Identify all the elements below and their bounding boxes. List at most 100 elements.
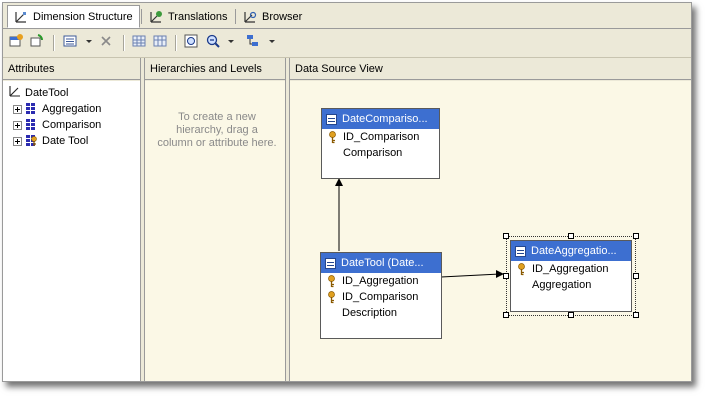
resize-handle[interactable]	[633, 233, 639, 239]
designer-window: Dimension Structure Translations Browser	[2, 2, 692, 382]
tree-item-date-tool[interactable]: Date Tool	[13, 133, 88, 149]
key-attribute-icon	[26, 135, 38, 147]
table-title: DateAggregatio...	[531, 245, 617, 257]
primary-key-icon	[325, 290, 338, 304]
chevron-down-icon[interactable]	[228, 40, 234, 43]
hierarchies-header: Hierarchies and Levels	[145, 58, 285, 80]
delete-icon	[98, 33, 114, 52]
toolbar-separator	[53, 35, 55, 51]
resize-handle[interactable]	[503, 233, 509, 239]
dimension-name: DateTool	[25, 87, 69, 99]
delete-button[interactable]	[97, 34, 115, 51]
resize-handle[interactable]	[568, 233, 574, 239]
show-grid-icon	[131, 33, 147, 52]
column-row[interactable]: ID_Aggregation	[511, 261, 631, 277]
attribute-hierarchy-icon	[26, 103, 35, 115]
toolbar-separator	[123, 35, 125, 51]
column-name: ID_Comparison	[342, 291, 419, 303]
column-row[interactable]: Aggregation	[511, 277, 631, 293]
column-name: Aggregation	[532, 279, 592, 291]
add-related-tables-button[interactable]	[7, 34, 25, 51]
tab-dimension-structure[interactable]: Dimension Structure	[7, 5, 140, 28]
resize-handle[interactable]	[503, 312, 509, 318]
table-dateaggregation[interactable]: DateAggregatio... ID_Aggregation Aggrega…	[510, 240, 632, 312]
column-name: ID_Aggregation	[532, 263, 609, 275]
show-grid-alt-button[interactable]	[151, 34, 169, 51]
zoom-button[interactable]	[182, 34, 200, 51]
resize-handle[interactable]	[633, 273, 639, 279]
expand-icon[interactable]	[13, 120, 22, 130]
table-title-bar[interactable]: DateCompariso...	[322, 109, 439, 129]
chevron-down-icon[interactable]	[86, 40, 92, 43]
table-title: DateCompariso...	[342, 113, 428, 125]
table-title-bar[interactable]: DateAggregatio...	[511, 241, 631, 261]
expand-icon[interactable]	[13, 104, 22, 114]
tab-label: Dimension Structure	[33, 10, 133, 23]
column-row[interactable]: ID_Comparison	[322, 129, 439, 145]
resize-handle[interactable]	[568, 312, 574, 318]
translations-icon	[149, 10, 163, 24]
zoom-out-button[interactable]	[204, 34, 222, 51]
table-title-bar[interactable]: DateTool (Date...	[321, 253, 441, 273]
show-grid-alt-icon	[152, 33, 168, 52]
dimension-node[interactable]: DateTool	[9, 85, 68, 101]
hierarchies-pane[interactable]: To create a new hierarchy, drag a column…	[145, 81, 285, 381]
tree-item-label: Date Tool	[42, 135, 89, 147]
tab-strip: Dimension Structure Translations Browser	[3, 3, 691, 29]
primary-key-icon	[325, 274, 338, 288]
arrange-tables-icon	[245, 33, 261, 52]
resize-handle[interactable]	[503, 273, 509, 279]
attributes-header: Attributes	[3, 58, 140, 80]
tab-divider	[235, 9, 236, 24]
column-name: Comparison	[343, 147, 403, 159]
show-list-button[interactable]	[61, 34, 79, 51]
add-related-tables-icon	[8, 33, 24, 52]
arrange-tables-button[interactable]	[244, 34, 262, 51]
column-row[interactable]: Description	[321, 305, 441, 321]
zoom-out-icon	[205, 33, 221, 52]
primary-key-icon	[515, 262, 528, 276]
chevron-down-icon[interactable]	[269, 40, 275, 43]
tab-translations[interactable]: Translations	[143, 6, 234, 27]
column-row[interactable]: ID_Aggregation	[321, 273, 441, 289]
browser-icon	[243, 10, 257, 24]
tab-label: Translations	[168, 10, 228, 23]
tree-item-label: Aggregation	[42, 103, 102, 115]
resize-handle[interactable]	[633, 312, 639, 318]
table-datetool[interactable]: DateTool (Date... ID_Aggregation ID_Comp…	[320, 252, 442, 339]
toolbar	[3, 29, 691, 58]
table-datecomparison[interactable]: DateCompariso... ID_Comparison Compariso…	[321, 108, 440, 179]
primary-key-icon	[326, 130, 339, 144]
dsv-pane[interactable]: DateCompariso... ID_Comparison Compariso…	[290, 81, 691, 381]
zoom-icon	[183, 33, 199, 52]
table-title: DateTool (Date...	[341, 257, 424, 269]
table-icon	[515, 245, 526, 257]
show-grid-button[interactable]	[130, 34, 148, 51]
tree-item-comparison[interactable]: Comparison	[13, 117, 101, 133]
tab-divider	[141, 9, 142, 24]
tab-browser[interactable]: Browser	[237, 6, 308, 27]
toolbar-separator	[175, 35, 177, 51]
hierarchies-hint: To create a new hierarchy, drag a column…	[157, 111, 277, 149]
dsv-header: Data Source View	[290, 58, 691, 80]
column-row[interactable]: Comparison	[322, 145, 439, 161]
dimension-structure-icon	[14, 10, 28, 24]
tab-label: Browser	[262, 10, 303, 23]
tree-item-label: Comparison	[42, 119, 102, 131]
tree-item-aggregation[interactable]: Aggregation	[13, 101, 101, 117]
attribute-hierarchy-icon	[26, 119, 35, 131]
refresh-button[interactable]	[27, 34, 45, 51]
column-name: ID_Comparison	[343, 131, 420, 143]
column-name: ID_Aggregation	[342, 275, 419, 287]
table-icon	[326, 113, 337, 125]
table-icon	[325, 257, 336, 269]
dimension-icon	[9, 85, 21, 102]
relationship-line	[440, 273, 501, 278]
attributes-pane: DateTool Aggregation Comparison Date Too…	[3, 81, 140, 381]
relationship-arrow	[335, 178, 343, 186]
show-list-icon	[62, 33, 78, 52]
column-row[interactable]: ID_Comparison	[321, 289, 441, 305]
expand-icon[interactable]	[13, 136, 22, 146]
column-name: Description	[342, 307, 398, 319]
refresh-icon	[28, 33, 44, 52]
